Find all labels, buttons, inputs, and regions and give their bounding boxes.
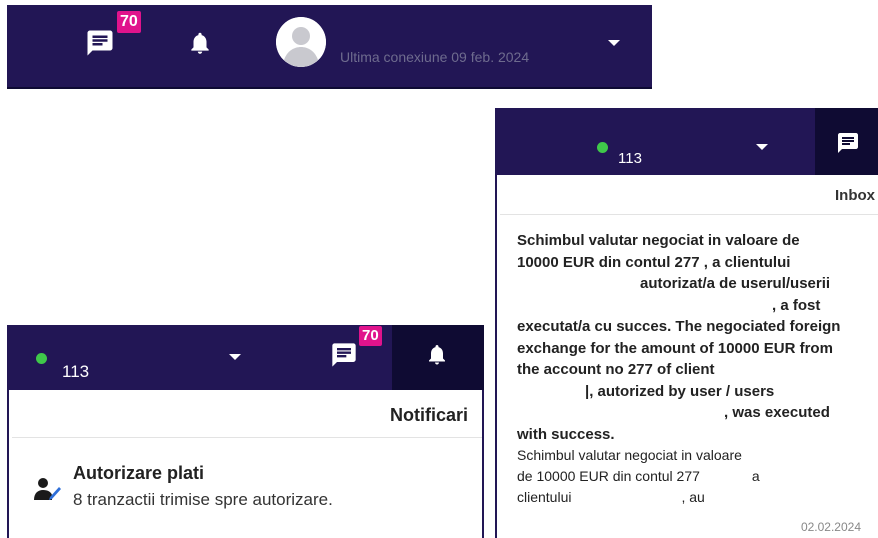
message-date: 02.02.2024	[800, 520, 861, 534]
messages-button[interactable]	[328, 339, 360, 371]
inbox-header: Inbox	[500, 175, 878, 215]
notification-description: 8 tranzactii trimise spre autorizare.	[73, 490, 333, 509]
message-line: , was executed	[724, 404, 830, 421]
inbox-top-bar: 113	[497, 108, 878, 175]
bell-icon	[191, 32, 209, 54]
notifications-button[interactable]	[186, 27, 214, 59]
messages-button[interactable]	[84, 27, 116, 59]
top-header: 70 Ultima conexiune 09 feb. 2024	[7, 5, 652, 89]
tab-notifications[interactable]	[392, 325, 484, 390]
message-line: the account no 277 of client	[517, 361, 715, 378]
online-count: 113	[62, 362, 90, 381]
notifications-title: Notificari	[389, 405, 468, 425]
message-line: , a fost	[772, 296, 821, 314]
message-icon	[332, 343, 356, 367]
avatar-icon	[276, 17, 326, 67]
notifications-top-bar: 113 70	[9, 325, 484, 390]
message-icon	[838, 133, 858, 153]
user-sign-icon	[34, 478, 61, 500]
message-icon	[87, 30, 113, 56]
messages-badge: 70	[359, 326, 382, 346]
message-line: clientului , au	[517, 487, 867, 508]
messages-badge: 70	[117, 11, 141, 33]
message-line: autorizat/a de userul/userii	[640, 275, 831, 292]
message-line: Schimbul valutar negociat in valoare de	[517, 232, 800, 249]
bell-icon	[429, 345, 445, 365]
last-connection-text: Ultima conexiune 09 feb. 2024	[340, 49, 530, 65]
inbox-message[interactable]: Schimbul valutar negociat in valoare de …	[517, 230, 867, 508]
message-line: executat/a cu succes. The negociated for…	[517, 318, 841, 335]
message-line: Schimbul valutar negociat in valoare	[517, 447, 742, 463]
notifications-header: Notificari	[12, 390, 482, 438]
inbox-panel: 113 Inbox Schimbul valutar negociat in v…	[495, 108, 878, 538]
message-line: with success.	[517, 425, 615, 443]
chevron-down-icon[interactable]	[756, 144, 768, 150]
chevron-down-icon[interactable]	[229, 354, 241, 360]
user-avatar[interactable]	[276, 17, 326, 67]
message-fragment: clientului	[517, 489, 572, 505]
online-status-dot	[597, 142, 608, 153]
message-line: 10000 EUR din contul 277 , a clientului	[517, 253, 791, 271]
online-status-dot	[36, 353, 47, 364]
message-fragment: , au	[681, 489, 705, 505]
message-line: |, autorized by user / users	[585, 382, 775, 400]
online-count: 113	[618, 150, 642, 167]
notifications-panel: 113 70 Notificari Autorizare plati 8 tra…	[7, 325, 484, 538]
chevron-down-icon[interactable]	[608, 40, 620, 46]
message-fragment: a	[751, 468, 760, 484]
message-fragment: de 10000 EUR din contul 277	[517, 468, 700, 484]
message-line: de 10000 EUR din contul 277 a	[517, 466, 867, 487]
inbox-title: Inbox	[835, 187, 875, 204]
notification-title: Autorizare plati	[73, 463, 205, 483]
tab-inbox[interactable]	[815, 108, 878, 175]
message-line: exchange for the amount of 10000 EUR fro…	[517, 339, 833, 357]
